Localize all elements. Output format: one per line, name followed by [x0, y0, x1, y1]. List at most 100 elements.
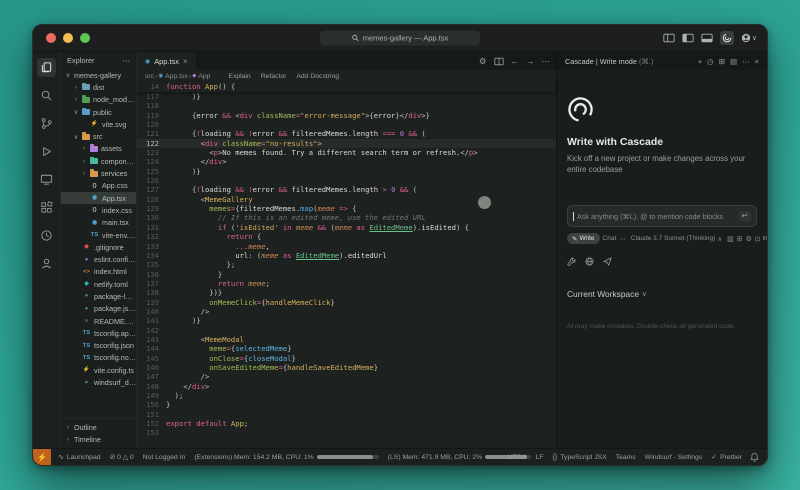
- breadcrumb-item-app-tsx[interactable]: ◉App.tsx: [158, 73, 187, 80]
- explorer-more-icon[interactable]: ⋯: [123, 56, 130, 65]
- web-globe-icon[interactable]: [585, 257, 594, 266]
- nav-back-icon[interactable]: ←: [511, 56, 520, 66]
- tree-item-index-css[interactable]: {}index.css: [61, 204, 136, 216]
- deploy-send-icon[interactable]: [603, 257, 612, 266]
- panel-layout-icon[interactable]: ▤: [730, 57, 737, 66]
- source-control-icon[interactable]: [37, 114, 56, 133]
- close-cascade-icon[interactable]: ×: [755, 57, 759, 66]
- status-item-typescript-jsx[interactable]: {}TypeScript JSX: [553, 454, 607, 461]
- status-item-launchpad[interactable]: ∿Launchpad: [58, 453, 101, 461]
- cascade-settings-icon[interactable]: ⚙: [746, 235, 752, 243]
- lens-action-explain[interactable]: Explain: [228, 73, 250, 80]
- tab-app-tsx[interactable]: ◉ App.tsx ×: [137, 52, 196, 70]
- extensions-icon[interactable]: [37, 198, 56, 217]
- status-item-extensions-mem-154-2-mb-cpu-1[interactable]: (Extensions) Mem: 154.2 MB, CPU: 1%: [194, 454, 378, 461]
- tools-wrench-icon[interactable]: [567, 257, 576, 266]
- sidebar-section-outline[interactable]: ›Outline: [61, 421, 136, 433]
- status-item-lf[interactable]: LF: [536, 454, 544, 461]
- tree-item-eslint-config-js[interactable]: ●eslint.config.js: [61, 253, 136, 265]
- close-tab-icon[interactable]: ×: [183, 57, 188, 66]
- lens-action-add-docstring[interactable]: Add Docstring: [296, 73, 339, 80]
- attach-image-button[interactable]: ⊡ Image: [755, 235, 768, 243]
- search-view-icon[interactable]: [37, 86, 56, 105]
- tree-item-src[interactable]: ∨src: [61, 130, 136, 142]
- notifications-bell-icon[interactable]: [750, 452, 759, 462]
- history-view-icon[interactable]: [37, 226, 56, 245]
- terminal-icon[interactable]: ▥: [727, 235, 734, 243]
- tree-item-index-html[interactable]: <>index.html: [61, 266, 136, 278]
- tree-item-memes-gallery[interactable]: ∨memes-gallery: [61, 69, 136, 81]
- mode-more-icon[interactable]: ⋯: [619, 235, 626, 243]
- status-item-not-logged-in[interactable]: Not Logged In: [143, 454, 186, 461]
- conversation-history-icon[interactable]: ◷: [707, 57, 714, 66]
- tree-item-vite-svg[interactable]: ⚡vite.svg: [61, 118, 136, 130]
- code-editor[interactable]: 117 )}118119 {error && <div className="e…: [137, 92, 556, 448]
- tree-item-app-css[interactable]: {}App.css: [61, 180, 136, 192]
- remote-explorer-icon[interactable]: [37, 170, 56, 189]
- enter-key-icon[interactable]: ↵: [739, 211, 751, 221]
- tree-item-components[interactable]: ›components: [61, 155, 136, 167]
- command-center-search[interactable]: memes-gallery — App.tsx: [320, 31, 480, 46]
- tree-item-services[interactable]: ›services: [61, 167, 136, 179]
- status-label: Not Logged In: [143, 454, 186, 461]
- tree-item-tsconfig-node-json[interactable]: TStsconfig.node.json: [61, 352, 136, 364]
- tree-item-windsurf-deploy[interactable]: ≈windsurf_deploy...: [61, 376, 136, 388]
- chat-mode-button[interactable]: Chat: [603, 235, 617, 242]
- new-conversation-icon[interactable]: +: [698, 57, 702, 66]
- tree-item-tsconfig-json[interactable]: TStsconfig.json: [61, 340, 136, 352]
- tree-item-node-modules[interactable]: ›node_modules: [61, 94, 136, 106]
- status-item-0-0[interactable]: ⊘ 0 △ 0: [110, 453, 134, 461]
- split-editor-icon[interactable]: [494, 57, 504, 66]
- tree-item-tsconfig-app-json[interactable]: TStsconfig.app.json: [61, 327, 136, 339]
- remote-indicator[interactable]: ⚡: [33, 449, 51, 465]
- lens-action-refactor[interactable]: Refactor: [261, 73, 287, 80]
- status-item-windsurf-settings[interactable]: Windsurf - Settings: [645, 454, 702, 461]
- tree-item-app-tsx[interactable]: ◉App.tsx: [61, 192, 136, 204]
- explorer-icon[interactable]: [37, 58, 56, 77]
- tree-item-dist[interactable]: ›dist: [61, 81, 136, 93]
- more-actions-icon[interactable]: ⋯: [542, 56, 551, 67]
- tree-item-package-json[interactable]: ●package.json: [61, 303, 136, 315]
- status-item-utf-8[interactable]: UTF-8: [507, 454, 526, 461]
- folder-icon: [82, 134, 90, 140]
- code-line-141: 141 )}: [137, 316, 556, 325]
- toggle-sidebar-icon[interactable]: [682, 33, 694, 43]
- account-menu-button[interactable]: ∨: [741, 33, 757, 43]
- tree-item-gitignore[interactable]: ◆.gitignore: [61, 241, 136, 253]
- nav-forward-icon[interactable]: →: [526, 56, 535, 66]
- status-item-teams[interactable]: Teams: [616, 454, 636, 461]
- tree-item-package-lock-json[interactable]: ●package-lock.json: [61, 290, 136, 302]
- section-label: Outline: [74, 423, 97, 432]
- cascade-more-icon[interactable]: ⋯: [742, 57, 750, 66]
- customize-layout-icon[interactable]: [663, 33, 675, 43]
- breadcrumb-item-src[interactable]: src: [145, 73, 154, 80]
- status-item-prettier[interactable]: ✓Prettier: [711, 453, 742, 461]
- sidebar-section-timeline[interactable]: ›Timeline: [61, 434, 136, 446]
- code-line-151: 151: [137, 410, 556, 419]
- close-window-button[interactable]: [46, 33, 56, 43]
- minimize-window-button[interactable]: [63, 33, 73, 43]
- current-workspace-toggle[interactable]: Current Workspace ∨: [567, 289, 757, 299]
- settings-gear-icon[interactable]: ⚙: [479, 56, 487, 67]
- run-debug-icon[interactable]: [37, 142, 56, 161]
- toggle-panel-icon[interactable]: [701, 33, 713, 43]
- tree-item-main-tsx[interactable]: ◉main.tsx: [61, 217, 136, 229]
- model-selector[interactable]: Claude 3.7 Sonnet (Thinking) ∧: [631, 235, 722, 243]
- tree-item-netlify-toml[interactable]: ◆netlify.toml: [61, 278, 136, 290]
- accounts-icon[interactable]: [37, 254, 56, 273]
- code-line-127: 127 {!loading && !error && filteredMemes…: [137, 185, 556, 194]
- cascade-input[interactable]: Ask anything (⌘L), @ to mention code blo…: [567, 205, 757, 227]
- status-label: Teams: [616, 454, 636, 461]
- write-mode-button[interactable]: ✎ Write: [567, 233, 600, 244]
- zoom-window-button[interactable]: [80, 33, 90, 43]
- tree-item-vite-config-ts[interactable]: ⚡vite.config.ts: [61, 364, 136, 376]
- breadcrumb-item-app[interactable]: ◆App: [192, 73, 210, 80]
- apps-icon[interactable]: ⊞: [719, 57, 725, 66]
- tree-item-assets[interactable]: ›assets: [61, 143, 136, 155]
- tree-item-vite-env-d-ts[interactable]: TSvite-env.d.ts: [61, 229, 136, 241]
- cascade-toggle-button[interactable]: [720, 31, 734, 45]
- tree-item-readme-md[interactable]: ≡README.md: [61, 315, 136, 327]
- status-label: UTF-8: [507, 454, 526, 461]
- tree-item-public[interactable]: ∨public: [61, 106, 136, 118]
- mcp-tools-icon[interactable]: ⊞: [737, 235, 743, 243]
